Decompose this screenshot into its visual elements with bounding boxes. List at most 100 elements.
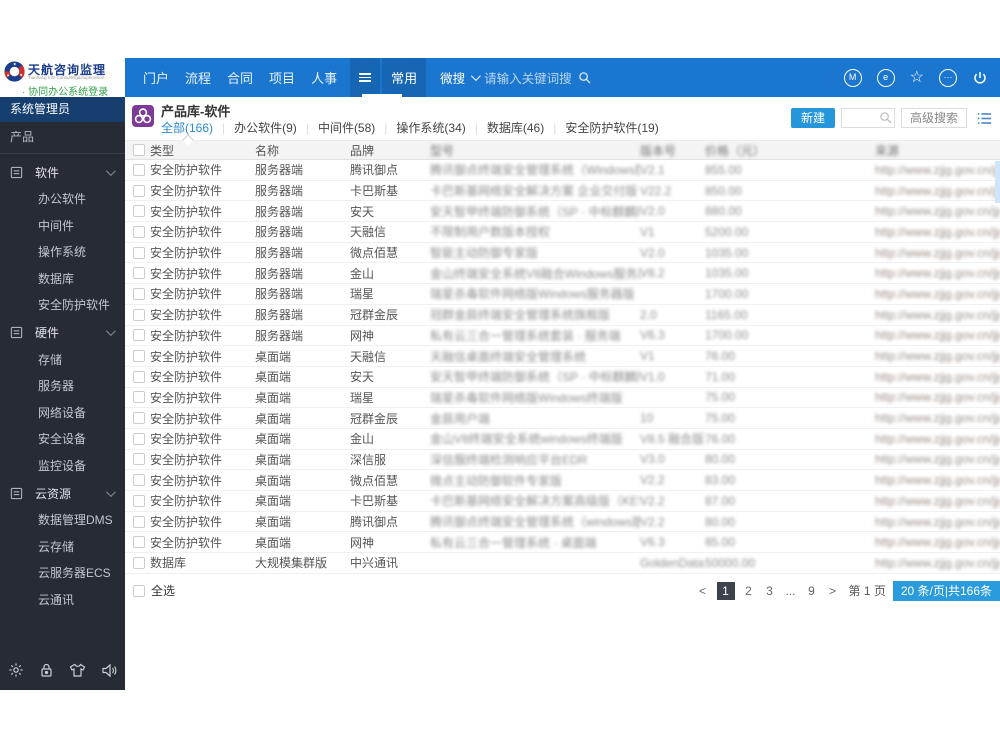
sidebar-role[interactable]: 系统管理员	[0, 97, 125, 122]
table-search-input[interactable]	[840, 108, 895, 128]
sidebar-item-3-2[interactable]: 云存储	[0, 534, 125, 561]
row-checkbox[interactable]	[133, 308, 145, 321]
scrollbar-thumb[interactable]	[995, 161, 1000, 203]
sidebar-item-1-3[interactable]: 操作系统	[0, 239, 125, 266]
table-row[interactable]: 安全防护软件 桌面端 金山 金山V8终端安全系统windows终端版 V8.5 融合版本…	[125, 428, 1000, 450]
row-checkbox[interactable]	[133, 474, 145, 487]
header-checkbox[interactable]	[133, 144, 145, 156]
table-row[interactable]: 安全防护软件 服务器端 卡巴斯基 卡巴斯基网络安全解决方案 企业交付版 · 03 V22…	[125, 180, 1000, 202]
table-row[interactable]: 安全防护软件 桌面端 微点佰慧 微点主动防御软件专家版 V2.2 83.00 http://…	[125, 470, 1000, 491]
favorites-star-icon[interactable]: ☆	[910, 69, 924, 86]
page-button-active[interactable]: 1	[716, 581, 735, 600]
sidebar-item-2-2[interactable]: 服务器	[0, 373, 125, 400]
nav-menu-button[interactable]	[350, 58, 381, 97]
sidebar-item-1-1[interactable]: 办公软件	[0, 186, 125, 213]
table-row[interactable]: 安全防护软件 服务器端 安天 安天智甲终端防御系统（SP · 中标麒麟版） V2.0 88…	[125, 201, 1000, 223]
volume-icon[interactable]	[101, 663, 118, 678]
table-row[interactable]: 安全防护软件 桌面端 深信服 深信服终端检测响应平台EDR V3.0 80.00 http:…	[125, 449, 1000, 471]
select-all-checkbox[interactable]	[133, 584, 145, 597]
theme-shirt-icon[interactable]	[69, 663, 86, 678]
table-row[interactable]: 安全防护软件 服务器端 网神 私有云三合一管理系统套装 · 服务端 V6.3 1700.0…	[125, 325, 1000, 347]
table-row[interactable]: 数据库 大规模集群版 中兴通讯 GoldenData s...50000.00 http…	[125, 553, 1000, 574]
table-row[interactable]: 安全防护软件 服务器端 微点佰慧 智能主动防御专家版 V2.0 1035.00 http:/…	[125, 242, 1000, 264]
global-search-input[interactable]: 请输入关键词搜	[484, 68, 572, 87]
sidebar-item-2-5[interactable]: 监控设备	[0, 453, 125, 480]
lock-icon[interactable]	[39, 662, 54, 678]
table-row[interactable]: 安全防护软件 服务器端 瑞星 瑞星杀毒软件网络版Windows服务器版 1700.00 h…	[125, 284, 1000, 305]
table-row[interactable]: 安全防护软件 桌面端 天融信 天融信桌面终端安全管理系统 V1 76.00 http://w…	[125, 346, 1000, 367]
table-row[interactable]: 安全防护软件 桌面端 腾讯御点 腾讯御点终端安全管理系统（windows版）V2.2V…	[125, 511, 1000, 533]
table-row[interactable]: 安全防护软件 服务器端 金山 金山终端安全系统V8融合Windows服务器版 V8.2 1…	[125, 263, 1000, 285]
row-checkbox[interactable]	[133, 329, 145, 342]
page-button[interactable]: 2	[742, 584, 756, 598]
sidebar-item-2-3[interactable]: 网络设备	[0, 400, 125, 427]
page-button[interactable]: 9	[805, 584, 819, 598]
sidebar-item-1-4[interactable]: 数据库	[0, 266, 125, 293]
row-checkbox[interactable]	[133, 515, 145, 528]
tab-changyong[interactable]: 常用	[382, 58, 427, 97]
list-view-icon[interactable]	[977, 112, 992, 125]
tab-2[interactable]: 办公软件(9)	[234, 119, 297, 136]
sidebar-item-1-5[interactable]: 安全防护软件	[0, 292, 125, 319]
tab-6[interactable]: 安全防护软件(19)	[565, 119, 658, 136]
per-page-badge[interactable]: 20 条/页|共166条	[892, 580, 1000, 601]
row-checkbox[interactable]	[133, 205, 145, 218]
power-icon[interactable]	[972, 70, 988, 86]
sidebar-item-2-4[interactable]: 安全设备	[0, 426, 125, 453]
table-row[interactable]: 安全防护软件 服务器端 腾讯御点 腾讯御点终端安全管理系统（Windows版） V2.1…	[125, 160, 1000, 181]
row-checkbox[interactable]	[133, 184, 145, 197]
page-next-button[interactable]: >	[826, 584, 840, 598]
sidebar-item-3-1[interactable]: 数据管理DMS	[0, 507, 125, 534]
row-checkbox[interactable]	[133, 163, 145, 176]
sidebar-group-2[interactable]: 硬件	[0, 319, 125, 347]
row-checkbox[interactable]	[133, 536, 145, 549]
table-row[interactable]: 安全防护软件 桌面端 网神 私有云三合一管理系统 · 桌面端 V6.3 85.00 http…	[125, 532, 1000, 554]
sidebar-group-3[interactable]: 云资源	[0, 479, 125, 507]
tab-3[interactable]: 中间件(58)	[318, 119, 375, 136]
sidebar-item-3-3[interactable]: 云服务器ECS	[0, 560, 125, 587]
row-checkbox[interactable]	[133, 412, 145, 425]
new-button[interactable]: 新建	[790, 108, 835, 128]
nav-item-4[interactable]: 项目	[269, 68, 295, 87]
sidebar-item-1-2[interactable]: 中间件	[0, 213, 125, 240]
nav-item-3[interactable]: 合同	[227, 68, 253, 87]
row-checkbox[interactable]	[133, 370, 145, 383]
table-row[interactable]: 安全防护软件 服务器端 冠群金辰 冠群金辰终端安全管理系统旗舰版 2.0 1165.00 h…	[125, 304, 1000, 326]
row-checkbox[interactable]	[133, 391, 145, 404]
row-checkbox[interactable]	[133, 556, 145, 569]
tab-4[interactable]: 操作系统(34)	[396, 119, 465, 136]
row-checkbox[interactable]	[133, 287, 145, 300]
login-link[interactable]: · 协同办公系统登录	[22, 83, 108, 98]
nav-item-5[interactable]: 人事	[311, 68, 337, 87]
table-row[interactable]: 安全防护软件 桌面端 冠群金辰 金辰用户端 10 75.00 http://www.zjjg…	[125, 408, 1000, 429]
row-checkbox[interactable]	[133, 350, 145, 363]
table-row[interactable]: 安全防护软件 服务器端 天融信 不限制用户数版本授权 V1 5200.00 http://w…	[125, 222, 1000, 243]
page-prev-button[interactable]: <	[696, 584, 710, 598]
nav-item-2[interactable]: 流程	[185, 68, 211, 87]
advanced-search-button[interactable]: 高级搜索	[900, 108, 967, 128]
nav-item-1[interactable]: 门户	[143, 68, 169, 87]
m-app-icon[interactable]: M	[843, 68, 862, 87]
page-goto[interactable]: 第 1 页	[849, 582, 886, 599]
search-icon[interactable]	[578, 71, 591, 84]
e-chat-icon[interactable]: e	[876, 68, 895, 87]
row-checkbox[interactable]	[133, 432, 145, 445]
tab-5[interactable]: 数据库(46)	[487, 119, 544, 136]
table-row[interactable]: 安全防护软件 桌面端 卡巴斯基 卡巴斯基网络安全解决方案高级版（KESB · KS..…	[125, 491, 1000, 512]
sidebar-item-3-4[interactable]: 云通讯	[0, 587, 125, 614]
table-row[interactable]: 安全防护软件 桌面端 安天 安天智甲终端防御系统（SP · 中标麒麟版） V1.0 71.…	[125, 366, 1000, 388]
row-checkbox[interactable]	[133, 246, 145, 259]
more-ellipsis-icon[interactable]: ···	[939, 68, 957, 87]
row-checkbox[interactable]	[133, 494, 145, 507]
row-checkbox[interactable]	[133, 267, 145, 280]
table-row[interactable]: 安全防护软件 桌面端 瑞星 瑞星杀毒软件网络版Windows终端版 75.00 http:…	[125, 387, 1000, 409]
sidebar-section-product[interactable]: 产品	[0, 122, 125, 154]
page-button[interactable]: ...	[784, 584, 798, 598]
page-button[interactable]: 3	[763, 584, 777, 598]
row-checkbox[interactable]	[133, 225, 145, 238]
sidebar-item-2-1[interactable]: 存储	[0, 347, 125, 374]
settings-gear-icon[interactable]	[8, 662, 24, 678]
row-checkbox[interactable]	[133, 453, 145, 466]
search-scope-select[interactable]: 微搜	[440, 68, 465, 87]
sidebar-group-1[interactable]: 软件	[0, 158, 125, 186]
